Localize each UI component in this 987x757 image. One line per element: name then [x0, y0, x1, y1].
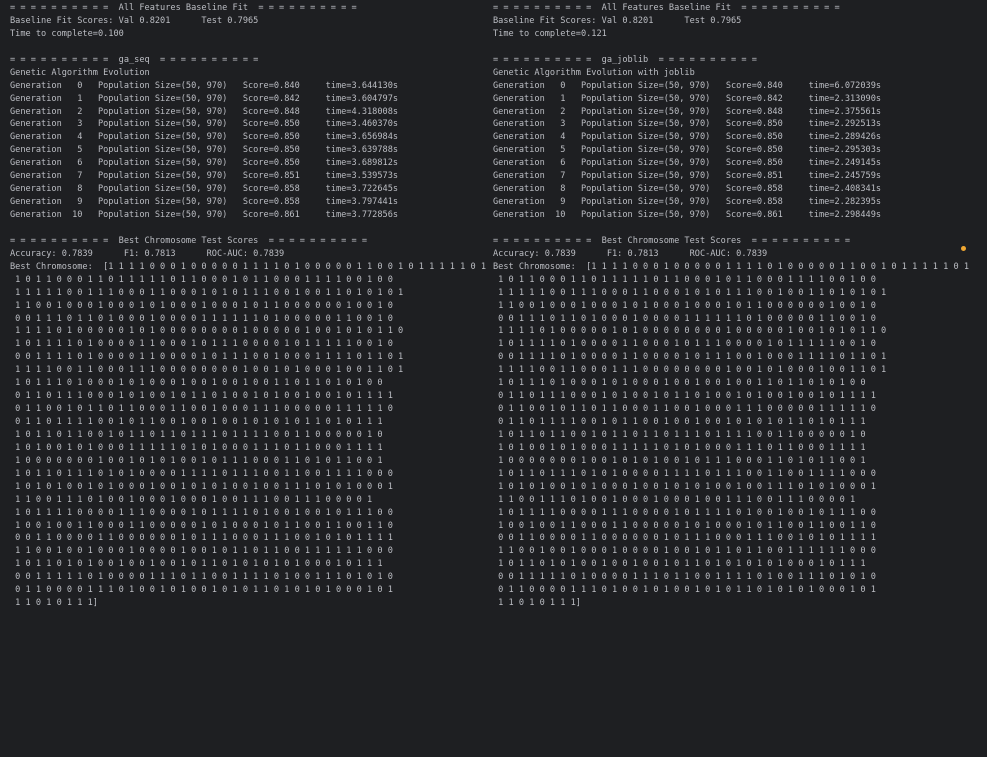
console-line: 1 0 0 0 0 0 0 0 1 0 0 1 0 1 0 1 0 0 1 0 …: [493, 455, 866, 466]
console-line: 0 0 1 1 1 1 0 1 0 0 0 0 1 1 0 0 0 0 1 0 …: [493, 352, 887, 363]
console-line: Time to complete=0.121: [493, 28, 607, 39]
console-line: = = = = = = = = = = All Features Baselin…: [493, 3, 840, 13]
console-line: 1 1 0 0 1 0 0 1 0 0 0 1 0 0 0 0 1 0 0 1 …: [493, 546, 876, 557]
console-line: 1 0 1 1 1 1 0 0 0 0 1 1 1 0 0 0 0 1 0 1 …: [493, 507, 876, 518]
console-line: 0 0 1 1 1 1 1 0 1 0 0 0 0 1 1 1 0 1 1 0 …: [493, 572, 876, 583]
console-line: Generation 10 Population Size=(50, 970) …: [493, 210, 882, 220]
console-line: 1 1 0 1 0 1 1 1]: [10, 598, 98, 609]
console-line: 1 0 1 0 1 0 0 1 0 1 0 0 0 1 0 0 1 0 1 0 …: [10, 481, 393, 492]
console-line: = = = = = = = = = = ga_seq = = = = = = =…: [10, 54, 259, 65]
console-line: 1 0 0 0 0 0 0 0 1 0 0 1 0 1 0 1 0 0 1 0 …: [10, 455, 383, 466]
console-line: = = = = = = = = = = Best Chromosome Test…: [10, 235, 367, 246]
console-line: Genetic Algorithm Evolution with joblib: [493, 67, 695, 78]
console-line: Generation 4 Population Size=(50, 970) S…: [10, 132, 399, 143]
console-line: Generation 1 Population Size=(50, 970) S…: [493, 93, 882, 104]
console-line: 1 0 1 1 0 1 1 1 0 1 0 1 0 0 0 0 1 1 1 1 …: [10, 468, 393, 479]
console-line: 0 1 1 0 0 1 0 1 1 0 1 1 0 0 0 1 1 0 0 1 …: [493, 404, 876, 415]
console-line: 1 0 1 1 0 0 0 1 1 0 1 1 1 1 1 0 1 1 0 0 …: [10, 274, 393, 285]
console-line: 1 0 1 1 0 0 0 1 1 0 1 1 1 1 1 0 1 1 0 0 …: [493, 274, 876, 285]
console-line: 0 0 1 1 1 1 1 0 1 0 0 0 0 1 1 1 0 1 1 0 …: [10, 572, 393, 583]
console-line: Generation 7 Population Size=(50, 970) S…: [10, 171, 399, 182]
console-line: 1 0 1 0 0 1 0 1 0 0 0 1 1 1 1 1 0 1 0 1 …: [10, 442, 383, 453]
console-line: 1 1 0 0 1 1 1 0 1 0 0 1 0 0 0 1 0 0 0 1 …: [10, 494, 373, 505]
console-line: 1 0 1 1 0 1 0 1 0 0 1 0 0 1 0 0 1 0 1 1 …: [10, 559, 383, 570]
console-line: 0 0 1 1 0 0 0 0 1 1 0 0 0 0 0 0 1 0 1 1 …: [493, 533, 876, 544]
console-line: 1 1 1 1 1 0 0 1 1 1 0 0 0 1 1 0 0 0 1 0 …: [493, 287, 887, 298]
console-line: Generation 3 Population Size=(50, 970) S…: [493, 119, 882, 130]
console-line: 1 0 1 1 0 1 0 1 0 0 1 0 0 1 0 0 1 0 1 1 …: [493, 559, 866, 570]
console-line: 0 0 1 1 1 1 0 1 0 0 0 0 1 1 0 0 0 0 1 0 …: [10, 352, 404, 363]
console-line: 0 1 1 0 0 0 0 1 1 1 0 1 0 0 1 0 1 0 0 1 …: [10, 585, 393, 596]
console-line: 1 0 1 1 0 1 1 0 0 1 0 1 1 0 1 1 0 1 1 1 …: [493, 429, 866, 440]
console-line: 1 0 1 1 1 1 0 1 0 0 0 0 1 1 0 0 0 1 0 1 …: [493, 339, 876, 350]
console-line: Accuracy: 0.7839 F1: 0.7813 ROC-AUC: 0.7…: [10, 248, 285, 259]
console-line: Baseline Fit Scores: Val 0.8201 Test 0.7…: [493, 15, 742, 26]
console-line: Time to complete=0.100: [10, 28, 124, 39]
console-line: 0 0 1 1 1 0 1 1 0 1 0 0 0 1 0 0 0 0 1 1 …: [493, 313, 876, 324]
output-pane-ga-seq: = = = = = = = = = = All Features Baselin…: [10, 2, 486, 610]
console-line: Generation 5 Population Size=(50, 970) S…: [10, 145, 399, 156]
status-indicator-dot: [961, 246, 966, 251]
console-line: 1 0 1 0 0 1 0 1 0 0 0 1 1 1 1 1 0 1 0 1 …: [493, 442, 866, 453]
console-line: Generation 9 Population Size=(50, 970) S…: [10, 197, 399, 208]
console-line: 1 0 1 1 1 1 0 0 0 0 1 1 1 0 0 0 0 1 0 1 …: [10, 507, 393, 518]
console-line: 1 1 0 1 0 1 1 1]: [493, 598, 581, 609]
console-line: Generation 2 Population Size=(50, 970) S…: [10, 106, 399, 117]
console-line: = = = = = = = = = = Best Chromosome Test…: [493, 235, 850, 246]
console-line: 1 1 1 1 0 0 1 1 0 0 0 1 1 1 0 0 0 0 0 0 …: [10, 365, 404, 376]
console-line: Baseline Fit Scores: Val 0.8201 Test 0.7…: [10, 15, 259, 26]
console-line: Best Chromosome: [1 1 1 1 0 0 0 1 0 0 0 …: [493, 261, 969, 272]
console-line: 0 0 1 1 0 0 0 0 1 1 0 0 0 0 0 0 1 0 1 1 …: [10, 533, 393, 544]
console-line: Generation 3 Population Size=(50, 970) S…: [10, 119, 399, 130]
console-line: = = = = = = = = = = All Features Baselin…: [10, 3, 357, 13]
console-line: Generation 6 Population Size=(50, 970) S…: [10, 158, 399, 169]
console-line: Genetic Algorithm Evolution: [10, 67, 150, 78]
console-line: Generation 9 Population Size=(50, 970) S…: [493, 197, 882, 208]
console-line: Generation 4 Population Size=(50, 970) S…: [493, 132, 882, 143]
console-line: Generation 0 Population Size=(50, 970) S…: [10, 80, 399, 91]
console-line: 1 0 0 1 0 0 1 1 0 0 0 1 1 0 0 0 0 0 1 0 …: [10, 520, 393, 531]
console-line: Generation 10 Population Size=(50, 970) …: [10, 210, 399, 220]
console-line: 1 0 1 1 0 1 1 0 0 1 0 1 1 0 1 1 0 1 1 1 …: [10, 429, 383, 440]
console-line: 0 1 1 0 1 1 1 1 0 0 1 0 1 1 0 0 1 0 0 1 …: [493, 417, 866, 427]
console-line: 0 1 1 0 0 0 0 1 1 1 0 1 0 0 1 0 1 0 0 1 …: [493, 585, 876, 596]
console-line: Generation 5 Population Size=(50, 970) S…: [493, 145, 882, 156]
console-line: 1 0 1 1 1 1 0 1 0 0 0 0 1 1 0 0 0 1 0 1 …: [10, 339, 393, 350]
console-line: = = = = = = = = = = ga_joblib = = = = = …: [493, 54, 757, 65]
console-line: 1 1 1 1 0 1 0 0 0 0 0 1 0 1 0 0 0 0 0 0 …: [10, 326, 404, 337]
console-line: Generation 6 Population Size=(50, 970) S…: [493, 158, 882, 169]
console-line: 1 1 0 0 1 0 0 1 0 0 0 1 0 0 0 0 1 0 0 1 …: [10, 546, 393, 557]
console-line: 1 1 1 1 1 0 0 1 1 1 0 0 0 1 1 0 0 0 1 0 …: [10, 287, 404, 298]
console-line: 0 1 1 0 0 1 0 1 1 0 1 1 0 0 0 1 1 0 0 1 …: [10, 404, 393, 415]
console-line: 1 1 1 1 0 0 1 1 0 0 0 1 1 1 0 0 0 0 0 0 …: [493, 365, 887, 376]
console-line: Accuracy: 0.7839 F1: 0.7813 ROC-AUC: 0.7…: [493, 248, 768, 259]
console-line: 0 1 1 0 1 1 1 0 0 0 1 0 1 0 0 1 0 1 1 0 …: [493, 391, 876, 402]
console-line: Generation 2 Population Size=(50, 970) S…: [493, 106, 882, 117]
console-line: 1 0 0 1 0 0 1 1 0 0 0 1 1 0 0 0 0 0 1 0 …: [493, 520, 876, 531]
console-line: Generation 8 Population Size=(50, 970) S…: [493, 184, 882, 195]
console-line: Generation 8 Population Size=(50, 970) S…: [10, 184, 399, 195]
console-line: 0 1 1 0 1 1 1 1 0 0 1 0 1 1 0 0 1 0 0 1 …: [10, 417, 383, 427]
console-line: 1 0 1 1 1 0 1 0 0 0 1 0 1 0 0 0 1 0 0 1 …: [10, 378, 383, 389]
console-line: Generation 1 Population Size=(50, 970) S…: [10, 93, 399, 104]
console-line: 0 0 1 1 1 0 1 1 0 1 0 0 0 1 0 0 0 0 1 1 …: [10, 313, 393, 324]
console-line: Best Chromosome: [1 1 1 1 0 0 0 1 0 0 0 …: [10, 261, 486, 272]
console-line: 1 0 1 0 1 0 0 1 0 1 0 0 0 1 0 0 1 0 1 0 …: [493, 481, 876, 492]
console-line: 1 1 0 0 1 0 0 0 1 0 0 0 1 0 1 0 0 0 1 0 …: [10, 300, 393, 311]
console-line: 1 0 1 1 1 0 1 0 0 0 1 0 1 0 0 0 1 0 0 1 …: [493, 378, 866, 389]
console-line: 1 1 1 1 0 1 0 0 0 0 0 1 0 1 0 0 0 0 0 0 …: [493, 326, 887, 337]
console-line: 1 1 0 0 1 1 1 0 1 0 0 1 0 0 0 1 0 0 0 1 …: [493, 494, 856, 505]
console-line: 1 1 0 0 1 0 0 0 1 0 0 0 1 0 1 0 0 0 1 0 …: [493, 300, 876, 311]
console-line: Generation 7 Population Size=(50, 970) S…: [493, 171, 882, 182]
console-line: Generation 0 Population Size=(50, 970) S…: [493, 80, 882, 91]
output-pane-ga-joblib: = = = = = = = = = = All Features Baselin…: [493, 2, 978, 610]
console-line: 0 1 1 0 1 1 1 0 0 0 1 0 1 0 0 1 0 1 1 0 …: [10, 391, 393, 402]
console-line: 1 0 1 1 0 1 1 1 0 1 0 1 0 0 0 0 1 1 1 1 …: [493, 468, 876, 479]
